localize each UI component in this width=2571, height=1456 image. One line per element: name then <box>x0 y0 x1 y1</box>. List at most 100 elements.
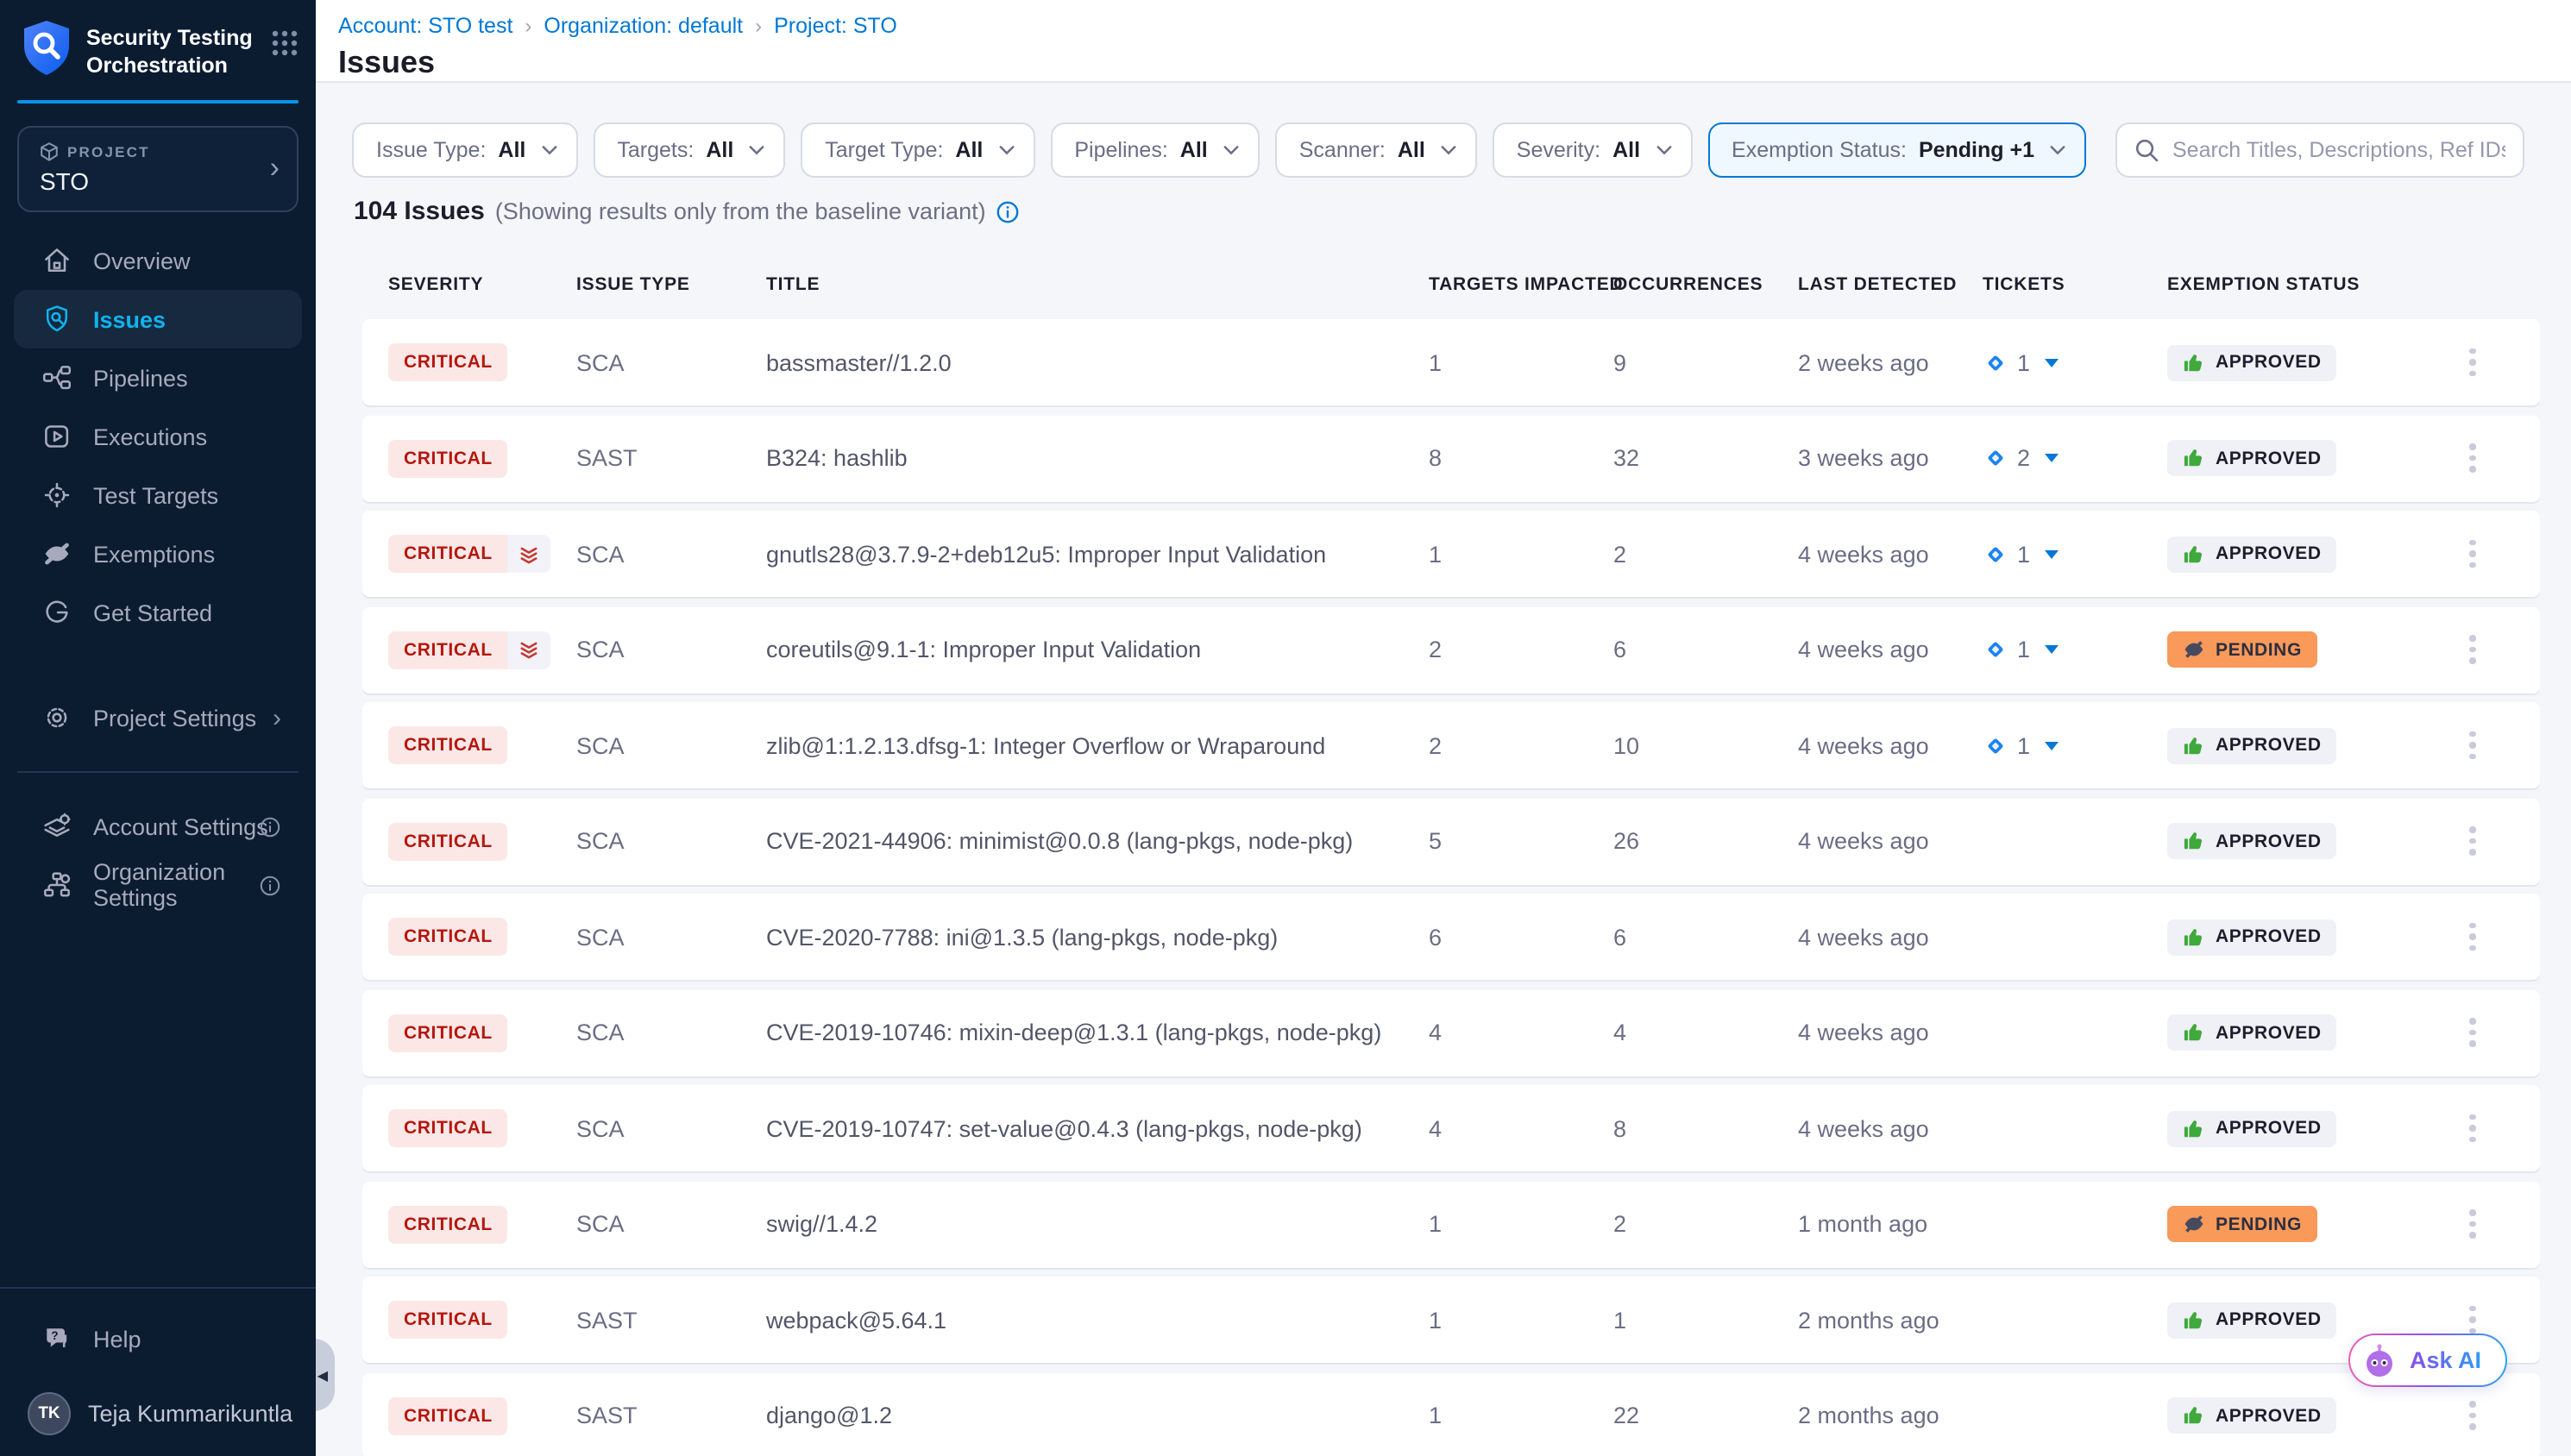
thumbs-up-icon <box>2183 1117 2205 1139</box>
exemption-status-label: APPROVED <box>2216 1405 2322 1426</box>
severity-badge: CRITICAL <box>388 439 508 477</box>
search-input[interactable] <box>2172 138 2505 162</box>
home-icon <box>41 245 72 276</box>
row-actions-cell <box>2452 530 2540 579</box>
issue-type: SCA <box>576 1211 766 1237</box>
issue-row[interactable]: CRITICALSCAzlib@1:1.2.13.dfsg-1: Integer… <box>362 702 2540 788</box>
issue-row[interactable]: CRITICALSCAcoreutils@9.1-1: Improper Inp… <box>362 606 2540 693</box>
kebab-menu-icon[interactable] <box>2459 1104 2486 1153</box>
filter-pipelines[interactable]: Pipelines:All <box>1050 122 1259 178</box>
ticket-expand-caret-icon[interactable] <box>2044 454 2058 462</box>
column-header-targets-impacted: TARGETS IMPACTED <box>1429 274 1613 295</box>
issue-row[interactable]: CRITICALSASTwebpack@5.64.1112 months ago… <box>362 1277 2540 1363</box>
kebab-menu-icon[interactable] <box>2459 817 2486 866</box>
exemption-status-badge: APPROVED <box>2167 1014 2337 1051</box>
sidebar-item-pipelines[interactable]: Pipelines <box>14 348 302 407</box>
exemption-status-label: APPROVED <box>2216 735 2322 756</box>
app-switcher-grid-icon[interactable] <box>271 29 299 57</box>
issue-row[interactable]: CRITICALSCACVE-2019-10747: set-value@0.4… <box>362 1085 2540 1171</box>
targets-impacted: 4 <box>1429 1020 1613 1045</box>
filter-scanner[interactable]: Scanner:All <box>1275 122 1477 178</box>
kebab-menu-icon[interactable] <box>2459 913 2486 962</box>
chevron-right-icon: › <box>270 154 280 183</box>
issue-row[interactable]: CRITICALSASTB324: hashlib8323 weeks ago2… <box>362 415 2540 501</box>
filter-target-type[interactable]: Target Type: All <box>801 122 1034 178</box>
filter-value: All <box>1398 138 1425 162</box>
sidebar-item-executions[interactable]: Executions <box>14 407 302 466</box>
sidebar-item-test-targets[interactable]: Test Targets <box>14 466 302 524</box>
user-menu[interactable]: TK Teja Kummarikuntla <box>14 1392 302 1435</box>
shield-search-icon <box>41 304 72 335</box>
severity-cell: CRITICAL <box>388 1014 576 1051</box>
filter-value: All <box>1180 138 1208 162</box>
exemption-status-label: APPROVED <box>2216 831 2322 851</box>
breadcrumb-link[interactable]: Project: STO <box>774 14 897 38</box>
project-selector[interactable]: PROJECT STO › <box>17 126 299 212</box>
breadcrumb-link[interactable]: Organization: default <box>544 14 743 38</box>
severity-label: CRITICAL <box>388 1396 508 1434</box>
thumbs-up-icon <box>2183 1404 2205 1427</box>
thumbs-up-icon <box>2183 926 2205 948</box>
sidebar-item-label: Pipelines <box>93 365 188 391</box>
targets-impacted: 1 <box>1429 1403 1613 1428</box>
kebab-menu-icon[interactable] <box>2459 1200 2486 1249</box>
sidebar-footer: ? Help TK Teja Kummarikuntla <box>0 1287 316 1456</box>
thumbs-up-icon <box>2183 830 2205 852</box>
sidebar-item-label: Overview <box>93 248 191 273</box>
help-label: Help <box>93 1326 141 1352</box>
ticket-expand-caret-icon[interactable] <box>2044 645 2058 654</box>
sidebar-item-account-settings[interactable]: Account Settings <box>14 797 302 856</box>
filter-label: Target Type: <box>825 138 943 162</box>
column-header-severity: SEVERITY <box>388 274 576 295</box>
kebab-menu-icon[interactable] <box>2459 434 2486 483</box>
sidebar-item-exemptions[interactable]: Exemptions <box>14 524 302 583</box>
filter-value: All <box>955 138 983 162</box>
issue-row[interactable]: CRITICALSCACVE-2021-44906: minimist@0.0.… <box>362 798 2540 884</box>
ticket-expand-caret-icon[interactable] <box>2044 549 2058 558</box>
issue-type: SCA <box>576 349 766 375</box>
exemption-status-cell: PENDING <box>2167 1206 2452 1242</box>
severity-cell: CRITICAL <box>388 918 576 956</box>
breadcrumb-link[interactable]: Account: STO test <box>338 14 512 38</box>
issue-row[interactable]: CRITICALSCAbassmaster//1.2.0192 weeks ag… <box>362 319 2540 405</box>
filters-toolbar: Issue Type:All Targets:All Target Type: All… <box>316 83 2571 178</box>
column-header-last-detected: LAST DETECTED <box>1798 274 1983 295</box>
kebab-menu-icon[interactable] <box>2459 625 2486 675</box>
exemption-status-cell: APPROVED <box>2167 1397 2452 1434</box>
filter-severity[interactable]: Severity:All <box>1493 122 1692 178</box>
targets-impacted: 4 <box>1429 1115 1613 1141</box>
sidebar-item-issues[interactable]: Issues <box>14 290 302 348</box>
filter-issue-type[interactable]: Issue Type:All <box>352 122 577 178</box>
kebab-menu-icon[interactable] <box>2459 1008 2486 1057</box>
sidebar-item-overview[interactable]: Overview <box>14 231 302 290</box>
ask-ai-button[interactable]: Ask AI <box>2349 1334 2507 1387</box>
kebab-menu-icon[interactable] <box>2459 530 2486 579</box>
kebab-menu-icon[interactable] <box>2459 338 2486 387</box>
kebab-menu-icon[interactable] <box>2459 1391 2486 1440</box>
issue-row[interactable]: CRITICALSCACVE-2020-7788: ini@1.3.5 (lan… <box>362 894 2540 980</box>
exemption-status-badge: PENDING <box>2167 1206 2317 1242</box>
row-actions-cell <box>2452 1200 2540 1249</box>
issue-row[interactable]: CRITICALSCAgnutls28@3.7.9-2+deb12u5: Imp… <box>362 511 2540 597</box>
column-header-tickets: TICKETS <box>1983 274 2167 295</box>
issue-row[interactable]: CRITICALSCACVE-2019-10746: mixin-deep@1.… <box>362 989 2540 1076</box>
issue-row[interactable]: CRITICALSASTdjango@1.21222 months agoAPP… <box>362 1372 2540 1456</box>
occurrences: 4 <box>1613 1020 1798 1045</box>
filter-targets[interactable]: Targets:All <box>593 122 785 178</box>
filter-value: All <box>1612 138 1640 162</box>
ticket-expand-caret-icon[interactable] <box>2044 741 2058 750</box>
filter-value: All <box>706 138 733 162</box>
sidebar-item-project-settings[interactable]: Project Settings› <box>14 688 302 747</box>
issue-row[interactable]: CRITICALSCAswig//1.4.2121 month agoPENDI… <box>362 1181 2540 1267</box>
sidebar-item-help[interactable]: ? Help <box>14 1309 302 1368</box>
ticket-expand-caret-icon[interactable] <box>2044 358 2058 367</box>
filter-exemption-status[interactable]: Exemption Status:Pending +1 <box>1707 122 2086 178</box>
severity-label: CRITICAL <box>388 439 508 477</box>
sidebar-item-organization-settings[interactable]: Organization Settings <box>14 856 302 914</box>
sidebar-divider <box>17 771 299 773</box>
targets-impacted: 1 <box>1429 1307 1613 1333</box>
kebab-menu-icon[interactable] <box>2459 721 2486 770</box>
baseline-info-icon[interactable] <box>996 200 1021 224</box>
sidebar-nav: Overview Issues Pipelines ExecutionsTest Ta… <box>0 231 316 642</box>
sidebar-item-get-started[interactable]: Get Started <box>14 583 302 642</box>
